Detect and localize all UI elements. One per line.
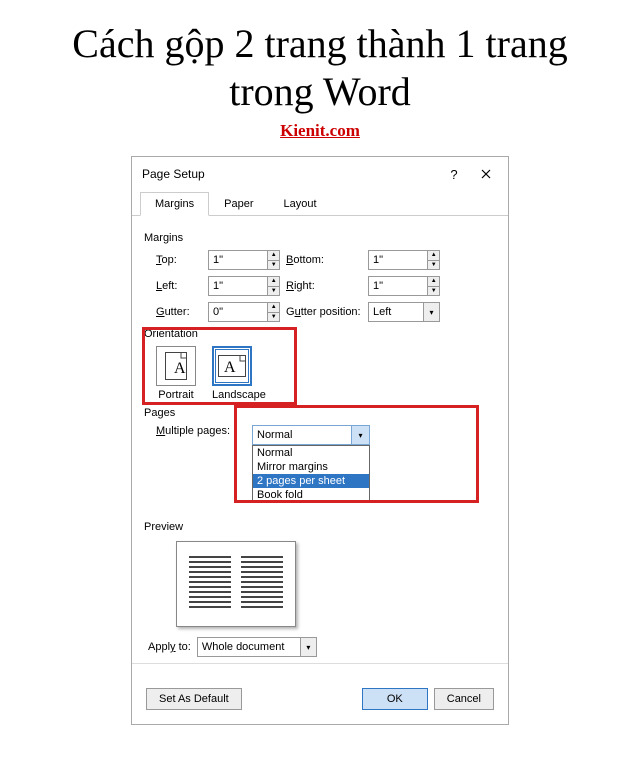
site-link[interactable]: Kienit.com xyxy=(0,121,640,141)
apply-to-value: Whole document xyxy=(202,641,285,653)
spin-down-icon[interactable]: ▼ xyxy=(268,261,279,270)
chevron-down-icon[interactable]: ▾ xyxy=(300,638,316,656)
right-input[interactable] xyxy=(369,277,427,295)
spin-down-icon[interactable]: ▼ xyxy=(268,287,279,296)
orientation-row: A Portrait A Landscape xyxy=(156,346,494,401)
gutter-pos-label: Gutter position: xyxy=(286,306,368,318)
gutter-input[interactable] xyxy=(209,303,267,321)
dialog-title: Page Setup xyxy=(142,167,438,181)
apply-row: Apply to: Whole document ▾ xyxy=(148,637,494,657)
right-spinbox[interactable]: ▲▼ xyxy=(368,276,440,296)
spin-down-icon[interactable]: ▼ xyxy=(428,287,439,296)
bottom-spinbox[interactable]: ▲▼ xyxy=(368,250,440,270)
landscape-icon: A xyxy=(212,346,252,386)
margins-section-label: Margins xyxy=(144,232,494,244)
top-input[interactable] xyxy=(209,251,267,269)
landscape-label: Landscape xyxy=(212,389,266,401)
portrait-icon: A xyxy=(156,346,196,386)
spin-down-icon[interactable]: ▼ xyxy=(268,313,279,322)
apply-to-combo[interactable]: Whole document ▾ xyxy=(197,637,317,657)
cancel-button[interactable]: Cancel xyxy=(434,688,494,710)
top-spinbox[interactable]: ▲▼ xyxy=(208,250,280,270)
right-label: Right: xyxy=(286,280,368,292)
gutter-pos-value: Left xyxy=(373,306,391,318)
multiple-pages-dropdown: Normal Mirror margins 2 pages per sheet … xyxy=(252,445,370,503)
page-setup-dialog: Page Setup ? Margins Paper Layout Margin… xyxy=(131,156,509,725)
tabs: Margins Paper Layout xyxy=(132,191,508,216)
titlebar: Page Setup ? xyxy=(132,157,508,191)
article-title: Cách gộp 2 trang thành 1 trang trong Wor… xyxy=(30,20,610,116)
preview-page-icon xyxy=(176,541,296,627)
gutter-label: Gutter: xyxy=(156,306,208,318)
footer: Set As Default OK Cancel xyxy=(132,678,508,724)
option-book-fold[interactable]: Book fold xyxy=(253,488,369,502)
spin-up-icon[interactable]: ▲ xyxy=(428,251,439,261)
top-label: Top: xyxy=(156,254,208,266)
svg-text:A: A xyxy=(224,359,236,376)
spin-up-icon[interactable]: ▲ xyxy=(268,303,279,313)
orientation-section-label: Orientation xyxy=(144,328,494,340)
left-spinbox[interactable]: ▲▼ xyxy=(208,276,280,296)
option-2-pages-per-sheet[interactable]: 2 pages per sheet xyxy=(253,474,369,488)
left-label: Left: xyxy=(156,280,208,292)
multiple-pages-value: Normal xyxy=(257,429,292,441)
svg-text:A: A xyxy=(174,360,186,377)
portrait-label: Portrait xyxy=(156,389,196,401)
tab-margins[interactable]: Margins xyxy=(140,192,209,216)
bottom-input[interactable] xyxy=(369,251,427,269)
preview-box xyxy=(176,541,494,627)
left-input[interactable] xyxy=(209,277,267,295)
multiple-pages-combo[interactable]: Normal ▾ xyxy=(252,425,370,445)
close-button[interactable] xyxy=(470,163,502,185)
chevron-down-icon[interactable]: ▾ xyxy=(351,426,369,444)
divider xyxy=(132,663,508,664)
chevron-down-icon[interactable]: ▾ xyxy=(423,303,439,321)
spin-down-icon[interactable]: ▼ xyxy=(428,261,439,270)
bottom-label: Bottom: xyxy=(286,254,368,266)
content: Margins Top: ▲▼ Bottom: ▲▼ Left: ▲▼ Righ… xyxy=(132,216,508,678)
gutter-spinbox[interactable]: ▲▼ xyxy=(208,302,280,322)
set-as-default-button[interactable]: Set As Default xyxy=(146,688,242,710)
spin-up-icon[interactable]: ▲ xyxy=(268,251,279,261)
tab-layout[interactable]: Layout xyxy=(268,192,331,216)
pages-row: Multiple pages: Normal ▾ Normal Mirror m… xyxy=(156,425,494,445)
help-button[interactable]: ? xyxy=(438,163,470,185)
multiple-pages-label: Multiple pages: xyxy=(156,425,244,437)
option-mirror-margins[interactable]: Mirror margins xyxy=(253,460,369,474)
orientation-landscape[interactable]: A Landscape xyxy=(212,346,266,401)
spin-up-icon[interactable]: ▲ xyxy=(428,277,439,287)
close-icon xyxy=(481,169,491,179)
apply-to-label: Apply to: xyxy=(148,641,191,653)
gutter-pos-combo[interactable]: Left ▾ xyxy=(368,302,440,322)
option-normal[interactable]: Normal xyxy=(253,446,369,460)
pages-section-label: Pages xyxy=(144,407,494,419)
margins-grid: Top: ▲▼ Bottom: ▲▼ Left: ▲▼ Right: ▲▼ Gu… xyxy=(156,250,494,322)
preview-section-label: Preview xyxy=(144,521,494,533)
ok-button[interactable]: OK xyxy=(362,688,428,710)
spin-up-icon[interactable]: ▲ xyxy=(268,277,279,287)
tab-paper[interactable]: Paper xyxy=(209,192,268,216)
orientation-portrait[interactable]: A Portrait xyxy=(156,346,196,401)
